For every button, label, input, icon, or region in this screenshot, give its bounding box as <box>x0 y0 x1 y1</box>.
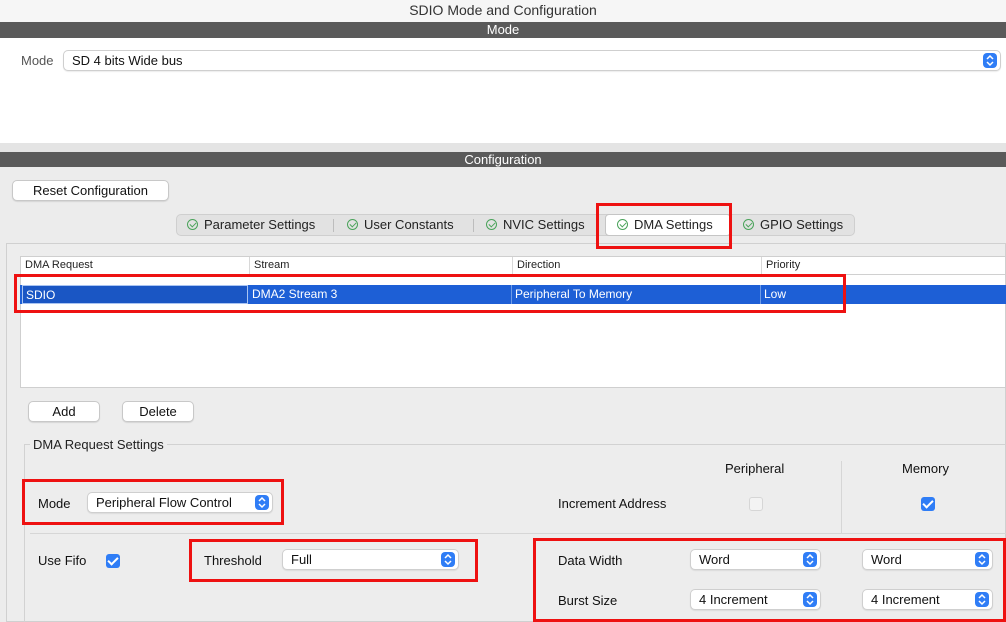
dma-request-table: DMA Request Stream Direction Priority <box>20 256 1006 388</box>
config-section-header: Configuration <box>0 152 1006 167</box>
data-width-memory-value: Word <box>871 552 902 567</box>
dma-mode-select[interactable]: Peripheral Flow Control <box>87 492 273 513</box>
delete-button[interactable]: Delete <box>122 401 194 422</box>
reset-configuration-button[interactable]: Reset Configuration <box>12 180 169 201</box>
increment-address-label: Increment Address <box>558 496 667 511</box>
burst-size-memory-select[interactable]: 4 Increment <box>862 589 993 610</box>
tab-dma-settings[interactable]: DMA Settings <box>605 214 731 236</box>
tab-gpio-settings[interactable]: GPIO Settings <box>743 215 843 235</box>
settings-tabs: Parameter Settings User Constants NVIC S… <box>176 214 855 236</box>
use-fifo-checkbox[interactable] <box>106 554 120 568</box>
splitter[interactable] <box>0 143 1006 152</box>
chevron-updown-icon <box>255 495 269 510</box>
chevron-updown-icon <box>975 552 989 567</box>
peripheral-column-header: Peripheral <box>725 461 785 476</box>
chevron-updown-icon <box>975 592 989 607</box>
cell-dma-request[interactable]: SDIO <box>22 285 248 304</box>
use-fifo-label: Use Fifo <box>38 553 87 568</box>
threshold-select[interactable]: Full <box>282 549 459 570</box>
cell-direction[interactable]: Peripheral To Memory <box>512 285 761 304</box>
data-width-memory-select[interactable]: Word <box>862 549 993 570</box>
column-header-direction[interactable]: Direction <box>513 257 762 274</box>
column-header-priority[interactable]: Priority <box>762 257 1005 274</box>
cell-priority[interactable]: Low <box>761 285 1006 304</box>
dma-mode-value: Peripheral Flow Control <box>96 495 232 510</box>
data-width-peripheral-select[interactable]: Word <box>690 549 821 570</box>
sdio-mode-select[interactable]: SD 4 bits Wide bus <box>63 50 1001 71</box>
chevron-updown-icon <box>441 552 455 567</box>
data-width-label: Data Width <box>558 553 623 568</box>
dma-mode-label: Mode <box>38 496 71 511</box>
chevron-updown-icon <box>803 552 817 567</box>
check-circle-icon <box>743 219 754 230</box>
data-width-peripheral-value: Word <box>699 552 730 567</box>
threshold-value: Full <box>291 552 312 567</box>
check-circle-icon <box>187 219 198 230</box>
burst-size-peripheral-select[interactable]: 4 Increment <box>690 589 821 610</box>
increment-memory-checkbox[interactable] <box>921 497 935 511</box>
dma-request-settings-title: DMA Request Settings <box>30 437 167 452</box>
tab-user-constants[interactable]: User Constants <box>347 215 454 235</box>
column-header-dma-request[interactable]: DMA Request <box>21 257 250 274</box>
chevron-updown-icon <box>983 53 997 68</box>
check-circle-icon <box>486 219 497 230</box>
tab-nvic-settings[interactable]: NVIC Settings <box>486 215 585 235</box>
memory-column-header: Memory <box>902 461 949 476</box>
mode-section-header: Mode <box>0 22 1006 38</box>
burst-size-peripheral-value: 4 Increment <box>699 592 768 607</box>
table-row[interactable]: SDIO DMA2 Stream 3 Peripheral To Memory … <box>20 285 1006 304</box>
column-header-stream[interactable]: Stream <box>250 257 513 274</box>
tab-parameter-settings[interactable]: Parameter Settings <box>187 215 315 235</box>
check-circle-icon <box>347 219 358 230</box>
threshold-label: Threshold <box>204 553 262 568</box>
sdio-mode-value: SD 4 bits Wide bus <box>72 53 183 68</box>
mode-section: Mode SD 4 bits Wide bus <box>0 38 1006 143</box>
cell-stream[interactable]: DMA2 Stream 3 <box>249 285 512 304</box>
burst-size-label: Burst Size <box>558 593 618 608</box>
chevron-updown-icon <box>803 592 817 607</box>
burst-size-memory-value: 4 Increment <box>871 592 940 607</box>
mode-label: Mode <box>21 53 54 68</box>
increment-peripheral-checkbox[interactable] <box>749 497 763 511</box>
check-circle-icon <box>617 219 628 230</box>
window-title: SDIO Mode and Configuration <box>0 0 1006 22</box>
add-button[interactable]: Add <box>28 401 100 422</box>
